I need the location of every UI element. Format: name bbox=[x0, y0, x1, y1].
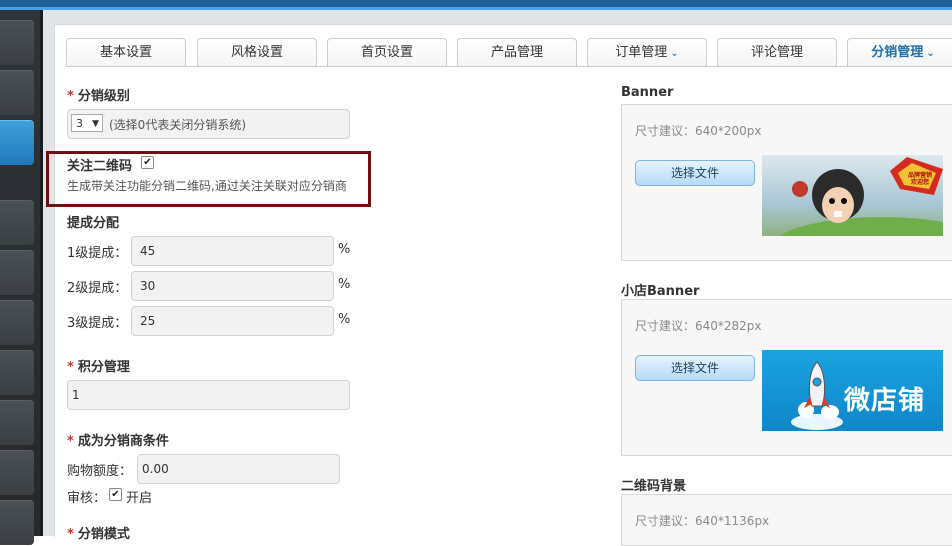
commission-level2-label: 2级提成： bbox=[67, 281, 128, 296]
shop-banner-choose-file-button[interactable]: 选择文件 bbox=[635, 355, 755, 381]
percent-unit: % bbox=[338, 242, 351, 257]
top-bar bbox=[0, 0, 952, 10]
sidebar-item[interactable] bbox=[0, 70, 34, 115]
required-mark: * bbox=[67, 434, 74, 449]
distribution-level-label: * 分销级别 bbox=[67, 89, 130, 104]
tab-basic-settings[interactable]: 基本设置 bbox=[66, 38, 186, 67]
shop-banner-size-hint: 尺寸建议：640*282px bbox=[635, 319, 762, 333]
sidebar-item[interactable] bbox=[0, 250, 34, 295]
commission-label: 提成分配 bbox=[67, 216, 120, 231]
tab-divider bbox=[66, 66, 952, 67]
banner-size-hint: 尺寸建议：640*200px bbox=[635, 124, 762, 138]
chevron-down-icon: ⌄ bbox=[670, 48, 679, 59]
review-label: 审核： bbox=[67, 491, 107, 506]
qrcode-bg-title: 二维码背景 bbox=[621, 479, 687, 494]
highlight-box bbox=[46, 151, 371, 207]
banner-image: 品牌营销 欢迎您 bbox=[762, 155, 943, 236]
banner-title: Banner bbox=[621, 85, 674, 100]
sidebar-item[interactable] bbox=[0, 300, 34, 345]
commission-level2-input[interactable]: 30 bbox=[131, 271, 334, 301]
sidebar-item[interactable] bbox=[0, 200, 34, 245]
tab-homepage-settings[interactable]: 首页设置 bbox=[327, 38, 447, 67]
sidebar-item[interactable] bbox=[0, 350, 34, 395]
banner-choose-file-button[interactable]: 选择文件 bbox=[635, 160, 755, 186]
shop-banner-image: 微店铺 bbox=[762, 350, 943, 431]
qrcode-bg-size-hint: 尺寸建议：640*1136px bbox=[635, 514, 770, 528]
percent-unit: % bbox=[338, 312, 351, 327]
sidebar-item-active[interactable] bbox=[0, 120, 34, 165]
review-checkbox[interactable]: ✔ bbox=[109, 488, 122, 501]
dropdown-arrow-icon: ▼ bbox=[92, 119, 99, 129]
percent-unit: % bbox=[338, 277, 351, 292]
banner-illustration bbox=[779, 157, 943, 236]
banner-image-text: 品牌营销 欢迎您 bbox=[907, 172, 932, 186]
commission-level3-input[interactable]: 25 bbox=[131, 306, 334, 336]
tab-distribution-management[interactable]: 分销管理 ⌄ bbox=[847, 38, 952, 67]
condition-label: * 成为分销商条件 bbox=[67, 434, 169, 449]
tab-order-management[interactable]: 订单管理 ⌄ bbox=[587, 38, 707, 67]
required-mark: * bbox=[67, 89, 74, 104]
commission-level3-label: 3级提成： bbox=[67, 316, 128, 331]
sidebar-item[interactable] bbox=[0, 500, 34, 545]
tab-product-management[interactable]: 产品管理 bbox=[457, 38, 577, 67]
required-mark: * bbox=[67, 360, 74, 375]
chevron-down-icon: ⌄ bbox=[926, 48, 935, 59]
tab-review-management[interactable]: 评论管理 bbox=[717, 38, 837, 67]
points-label: * 积分管理 bbox=[67, 360, 130, 375]
mode-label: * 分销模式 bbox=[67, 527, 130, 542]
distribution-level-hint: (选择0代表关闭分销系统) bbox=[109, 118, 246, 132]
tab-style-settings[interactable]: 风格设置 bbox=[197, 38, 317, 67]
sidebar-item[interactable] bbox=[0, 450, 34, 495]
sidebar-item[interactable] bbox=[0, 400, 34, 445]
sidebar bbox=[0, 10, 43, 545]
sidebar-item[interactable] bbox=[0, 20, 34, 65]
qrcode-bg-upload-box: 尺寸建议：640*1136px bbox=[621, 494, 952, 546]
distribution-level-select[interactable]: 3 ▼ bbox=[71, 114, 103, 132]
commission-level1-label: 1级提成： bbox=[67, 246, 128, 261]
review-text: 开启 bbox=[126, 491, 153, 506]
amount-label: 购物额度： bbox=[67, 464, 133, 479]
commission-level1-input[interactable]: 45 bbox=[131, 236, 334, 266]
shop-banner-title: 小店Banner bbox=[621, 284, 700, 299]
amount-input[interactable]: 0.00 bbox=[137, 454, 340, 484]
points-input[interactable]: 1 bbox=[67, 380, 350, 410]
shop-banner-image-text: 微店铺 bbox=[844, 386, 926, 416]
required-mark: * bbox=[67, 527, 74, 542]
